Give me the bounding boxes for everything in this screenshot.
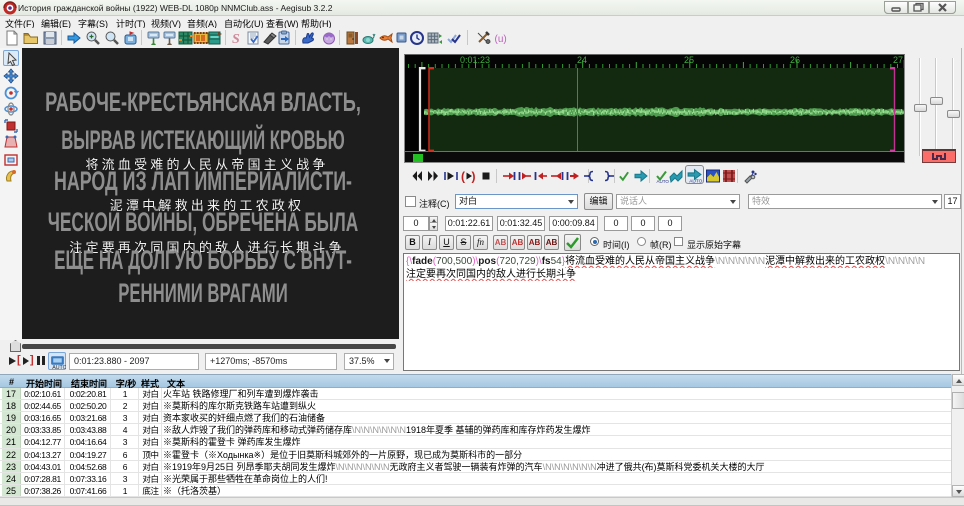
svg-text:S: S xyxy=(232,32,240,46)
svg-text:AUTO: AUTO xyxy=(689,178,702,183)
svg-text:): ) xyxy=(472,170,476,184)
svg-text:AUTO: AUTO xyxy=(657,179,670,184)
svg-text:AUTO: AUTO xyxy=(52,365,66,370)
svg-text:(: ( xyxy=(461,170,465,184)
svg-text:(u): (u) xyxy=(495,34,507,45)
